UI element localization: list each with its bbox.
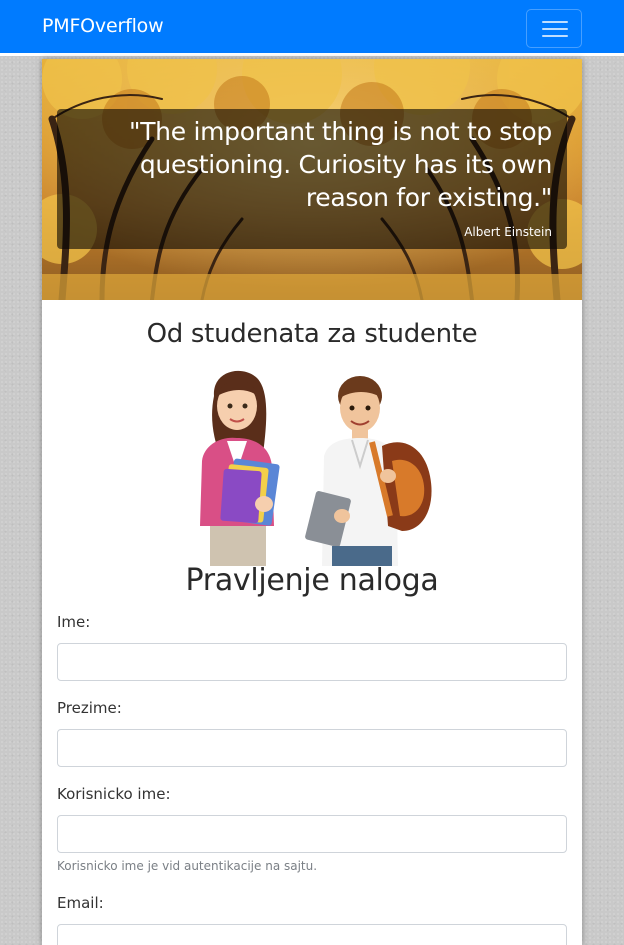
form-title: Pravljenje naloga: [185, 563, 439, 598]
email-label: Email:: [57, 894, 104, 912]
page-subtitle: Od studenata za studente: [146, 319, 478, 349]
hero-banner: "The important thing is not to stop ques…: [42, 59, 582, 300]
first-name-label: Ime:: [57, 613, 91, 631]
students-illustration: [200, 370, 432, 566]
quote-box: "The important thing is not to stop ques…: [57, 109, 567, 249]
last-name-input[interactable]: [57, 729, 567, 767]
username-label: Korisnicko ime:: [57, 785, 171, 803]
quote-text: "The important thing is not to stop ques…: [129, 117, 552, 212]
username-help-text: Korisnicko ime je vid autentikacije na s…: [57, 859, 318, 873]
student-boy-figure: [305, 376, 432, 566]
quote-author: Albert Einstein: [464, 225, 552, 239]
navbar: PMFOverflow: [0, 0, 624, 56]
email-input[interactable]: [57, 924, 567, 945]
navbar-brand[interactable]: PMFOverflow: [42, 15, 164, 37]
last-name-label: Prezime:: [57, 699, 122, 717]
student-girl-figure: [200, 370, 280, 566]
navbar-toggler-button[interactable]: [526, 9, 582, 48]
main-card: "The important thing is not to stop ques…: [42, 59, 582, 945]
first-name-input[interactable]: [57, 643, 567, 681]
username-input[interactable]: [57, 815, 567, 853]
